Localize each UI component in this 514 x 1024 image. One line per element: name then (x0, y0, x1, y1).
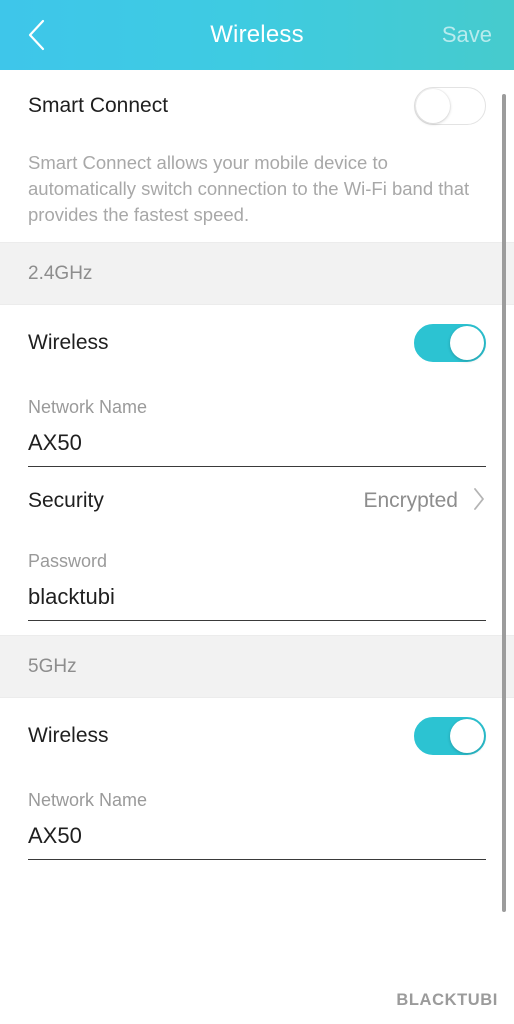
security-value-group: Encrypted (363, 487, 486, 516)
wireless-row-2-4ghz: Wireless (0, 305, 514, 381)
save-button[interactable]: Save (442, 22, 492, 48)
wireless-row-5ghz: Wireless (0, 698, 514, 774)
password-label: Password (28, 551, 108, 571)
band-header-5ghz: 5GHz (0, 635, 514, 698)
section-spacer (0, 228, 514, 242)
wireless-toggle-5ghz[interactable] (414, 717, 486, 755)
toggle-knob (450, 326, 484, 360)
security-value: Encrypted (363, 489, 458, 512)
watermark: BLACKTUBI (396, 991, 498, 1009)
band-header-label: 2.4GHz (28, 262, 93, 284)
wireless-label: Wireless (28, 724, 109, 747)
security-row-2-4ghz[interactable]: Security Encrypted (0, 467, 514, 535)
band-header-2-4ghz: 2.4GHz (0, 242, 514, 305)
wireless-toggle-2-4ghz[interactable] (414, 324, 486, 362)
toggle-knob (416, 89, 450, 123)
password-field-2-4ghz: Password blacktubi (0, 535, 514, 621)
network-name-field-5ghz: Network Name AX50 (0, 774, 514, 860)
smart-connect-row: Smart Connect (0, 70, 514, 142)
security-label: Security (28, 489, 104, 512)
page-title: Wireless (210, 21, 304, 48)
scrollbar-thumb[interactable] (502, 94, 506, 912)
app-header: Wireless Save (0, 0, 514, 70)
back-button[interactable] (14, 13, 58, 57)
chevron-left-icon (25, 18, 47, 52)
toggle-knob (450, 719, 484, 753)
password-input[interactable]: blacktubi (28, 572, 486, 621)
smart-connect-description: Smart Connect allows your mobile device … (28, 152, 470, 225)
smart-connect-label: Smart Connect (28, 94, 169, 117)
section-spacer (0, 621, 514, 635)
network-name-input[interactable]: AX50 (28, 811, 486, 860)
network-name-label: Network Name (28, 790, 148, 810)
network-name-field-2-4ghz: Network Name AX50 (0, 381, 514, 467)
smart-connect-toggle[interactable] (414, 87, 486, 125)
scrollbar[interactable] (502, 70, 506, 1024)
band-header-label: 5GHz (28, 655, 77, 677)
network-name-input[interactable]: AX50 (28, 418, 486, 467)
wireless-label: Wireless (28, 331, 109, 354)
chevron-right-icon (472, 487, 486, 516)
network-name-label: Network Name (28, 397, 148, 417)
